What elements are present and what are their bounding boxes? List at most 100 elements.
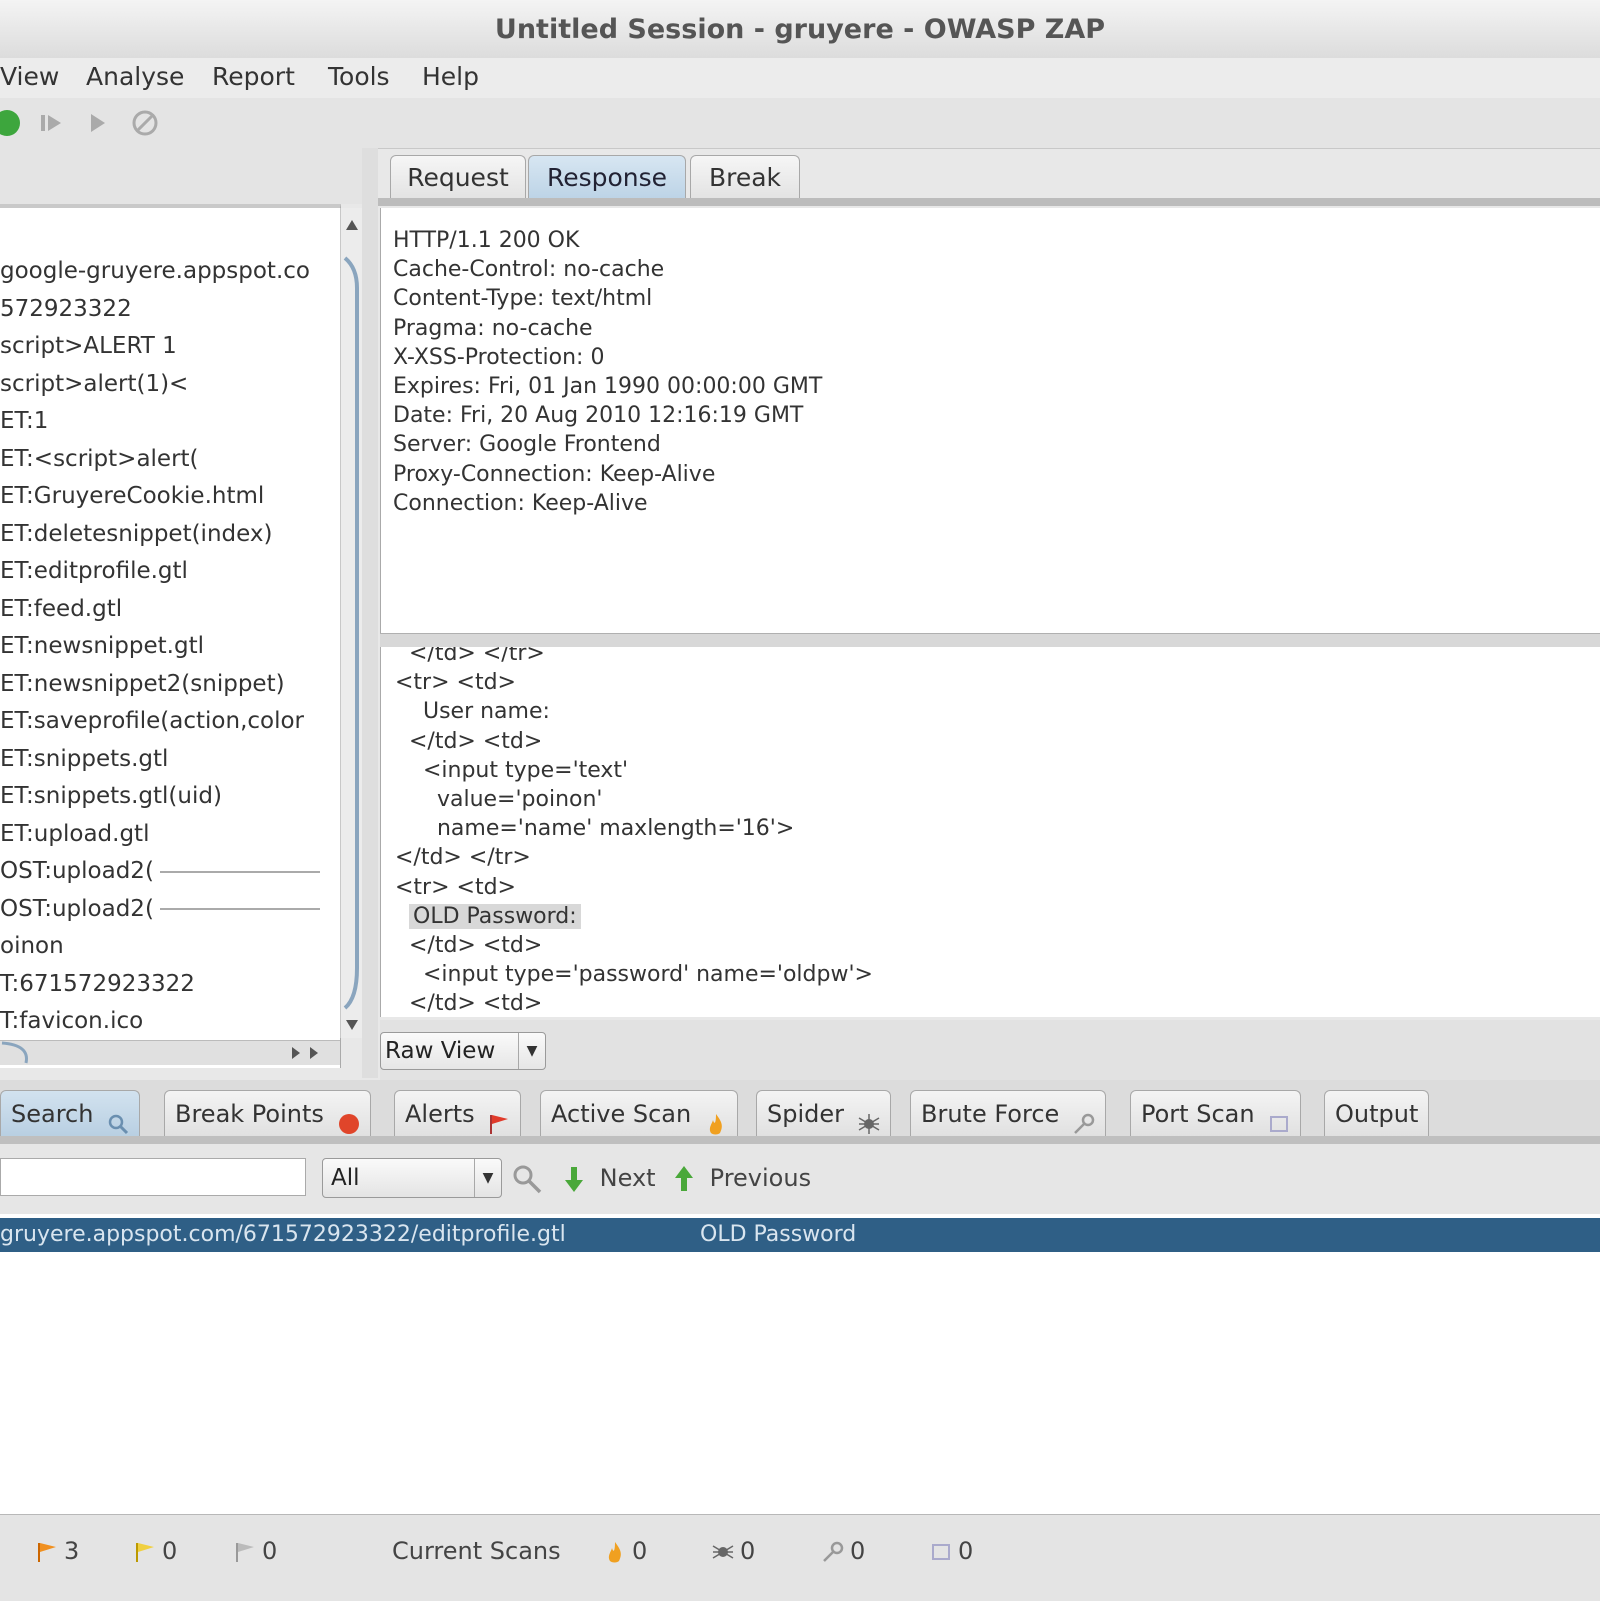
search-icon [107,1104,129,1135]
breakpoint-icon [338,1104,360,1134]
view-select-value: Raw View [385,1038,496,1064]
start-icon[interactable] [0,106,24,140]
tree-node-label: ET:GruyereCookie.html [0,483,265,509]
menu-help[interactable]: Help [416,60,485,93]
previous-button[interactable]: Previous [672,1160,811,1196]
search-highlight: OLD Password: [409,903,581,929]
tree-node[interactable]: ET:1 [0,403,320,441]
tree-node-label: ET:editprofile.gtl [0,558,188,584]
tree-vertical-scrollbar[interactable] [340,208,363,1038]
tree-node[interactable]: T:favicon.ico [0,1003,320,1041]
response-body-line: </td> </tr> [395,845,531,871]
search-toolbar: All ▼ Next Previous [0,1144,1600,1214]
bottom-tab-bar: Search Break Points Alerts Active Scan S… [0,1080,1600,1140]
step-icon[interactable] [34,106,68,140]
response-body-line: <tr> <td> [395,874,516,900]
tree-node[interactable]: ET:snippets.gtl(uid) [0,778,320,816]
response-body-line: </td> <td> [395,728,543,754]
response-header-line: Proxy-Connection: Keep-Alive [393,461,716,487]
menu-analyse[interactable]: Analyse [80,60,190,93]
tree-node[interactable]: ET:deletesnippet(index) [0,516,320,554]
tree-node-label: oinon [0,933,64,959]
response-body-line: </td> <td> [395,932,543,958]
arrow-down-icon [565,1167,583,1192]
tree-node[interactable]: OST:upload2( [0,891,320,929]
tree-node-label: ET:feed.gtl [0,595,123,622]
tree-node[interactable]: ET:saveprofile(action,color [0,703,320,741]
menu-tools[interactable]: Tools [322,60,396,93]
tree-node[interactable]: script>alert(1)< [0,366,320,404]
status-scan-brute: 0 [822,1537,865,1565]
tree-connector-line [159,870,320,873]
tree-node[interactable]: T:671572923322 [0,966,320,1004]
view-select[interactable]: Raw View ▼ [380,1032,546,1070]
result-url: gruyere.appspot.com/671572923322/editpro… [0,1222,566,1247]
tree-node[interactable]: google-gruyere.appspot.co [0,253,320,291]
tree-node-label: 572923322 [0,295,132,322]
tab-search[interactable]: Search [0,1090,141,1137]
next-button[interactable]: Next [562,1160,656,1196]
tree-node[interactable]: ET:newsnippet2(snippet) [0,666,320,704]
tab-output[interactable]: Output [1324,1090,1430,1137]
arrow-up-icon [675,1166,693,1191]
response-header-pane[interactable]: HTTP/1.1 200 OK Cache-Control: no-cache Co… [380,208,1600,633]
search-scope-select[interactable]: All ▼ [322,1158,502,1198]
tree-node-label: ET:upload.gtl [0,820,150,847]
drop-icon[interactable] [128,106,162,140]
tree-node[interactable]: oinon [0,928,320,966]
tab-break-points[interactable]: Break Points [164,1090,371,1137]
continue-icon[interactable] [80,106,114,140]
tree-node-label: ET:<script>alert( [0,445,199,472]
tree-node[interactable]: ET:editprofile.gtl [0,553,320,591]
search-input[interactable] [0,1158,306,1196]
status-scan-spider: 0 [712,1537,755,1565]
response-body-line: </td> </tr> [395,647,545,666]
tab-port-scan-label: Port Scan [1141,1100,1255,1128]
tree-node-label: ET:deletesnippet(index) [0,520,273,547]
tab-brute-force-label: Brute Force [921,1100,1060,1128]
tab-alerts[interactable]: Alerts [394,1090,522,1137]
menu-report[interactable]: Report [206,60,301,93]
tab-break-points-label: Break Points [175,1100,324,1128]
tab-brute-force[interactable]: Brute Force [910,1090,1106,1137]
tree-node[interactable]: ET:GruyereCookie.html [0,478,320,516]
status-alerts-high: 3 [36,1537,79,1565]
tree-node[interactable]: OST:upload2( [0,853,320,891]
tab-spider-label: Spider [767,1100,845,1128]
tree-node[interactable]: ET:upload.gtl [0,816,320,854]
tree-node[interactable]: script>ALERT 1 [0,328,320,366]
tab-request[interactable]: Request [390,155,526,200]
sites-tree: google-gruyere.appspot.co 572923322 script… [0,204,341,1068]
sites-tree-list: google-gruyere.appspot.co 572923322 script… [0,253,320,1041]
response-header-line: HTTP/1.1 200 OK [393,228,580,253]
status-scan-port: 0 [930,1537,973,1565]
tab-response[interactable]: Response [528,155,686,200]
tree-node[interactable]: ET:<script>alert( [0,441,320,479]
previous-label: Previous [709,1164,812,1192]
tree-node[interactable]: ET:newsnippet.gtl [0,628,320,666]
tree-node[interactable]: ET:feed.gtl [0,591,320,629]
tree-header [0,148,370,204]
flag-high-icon [36,1541,58,1563]
tab-spider[interactable]: Spider [756,1090,891,1137]
status-bar: 3 0 0 Current Scans 0 0 0 0 [0,1514,1600,1601]
tree-node[interactable]: ET:snippets.gtl [0,741,320,779]
response-body-pane[interactable]: </td> </tr> <tr> <td> User name: </td> <t… [380,647,1600,1017]
search-button[interactable] [510,1162,544,1198]
response-header-text: HTTP/1.1 200 OK Cache-Control: no-cache Co… [393,226,822,518]
response-header-line: X-XSS-Protection: 0 [393,344,605,370]
tab-break[interactable]: Break [690,155,800,200]
tree-node-label: google-gruyere.appspot.co [0,258,310,284]
port-icon [1268,1104,1290,1132]
tab-active-scan[interactable]: Active Scan [540,1090,738,1137]
flag-icon [488,1104,510,1134]
tab-port-scan[interactable]: Port Scan [1130,1090,1302,1137]
vertical-splitter[interactable] [362,148,378,1078]
tree-node-label: OST:upload2( [0,858,154,884]
table-row[interactable]: gruyere.appspot.com/671572923322/editpro… [0,1218,1600,1252]
status-alerts-low: 0 [234,1537,277,1565]
menu-view[interactable]: View [0,60,65,93]
response-header-line: Connection: Keep-Alive [393,490,648,516]
tree-horizontal-scrollbar[interactable] [0,1040,340,1065]
tree-node[interactable]: 572923322 [0,291,320,329]
